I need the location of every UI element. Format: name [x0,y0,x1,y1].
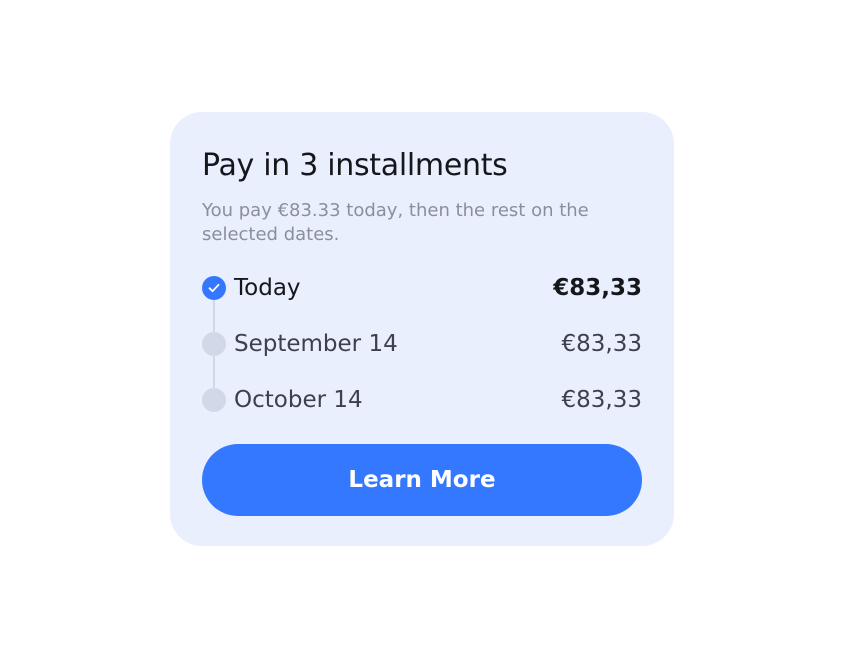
timeline-connector [213,300,215,332]
timeline-connector [213,356,215,388]
card-title: Pay in 3 installments [202,148,508,183]
installment-card: Pay in 3 installments You pay €83.33 tod… [170,112,674,546]
learn-more-button[interactable]: Learn More [202,444,642,516]
installment-amount: €83,33 [553,275,642,301]
check-icon [202,276,226,300]
installment-amount: €83,33 [561,387,642,413]
card-subtitle: You pay €83.33 today, then the rest on t… [202,200,589,245]
circle-icon [202,332,226,356]
circle-icon [202,388,226,412]
installment-date: September 14 [234,331,398,357]
installment-row-october: October 14 €83,33 [202,386,642,414]
installment-row-september: September 14 €83,33 [202,330,642,358]
installment-amount: €83,33 [561,331,642,357]
installment-date: October 14 [234,387,363,413]
installment-row-today: Today €83,33 [202,274,642,302]
installment-date: Today [234,275,301,301]
